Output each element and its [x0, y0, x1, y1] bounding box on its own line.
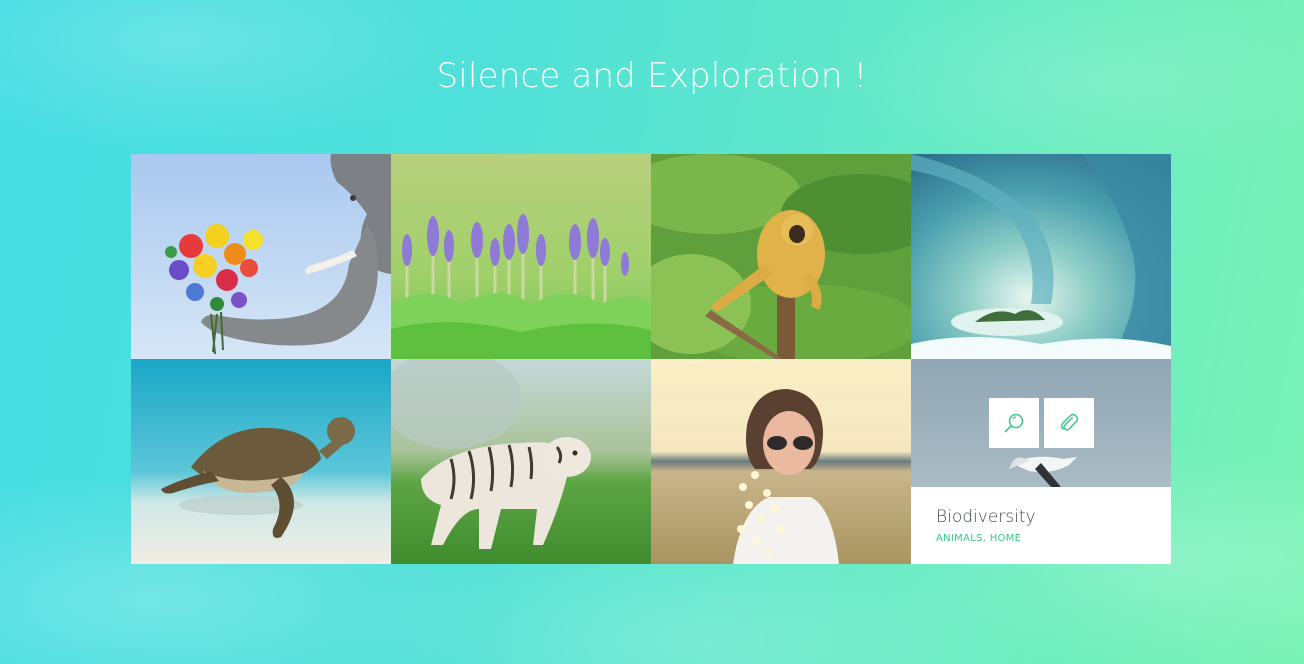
gallery-item-seagull[interactable]: Biodiversity ANIMALS, HOME	[911, 359, 1171, 564]
zoom-button[interactable]	[989, 398, 1039, 448]
woman-image	[651, 359, 911, 564]
turtle-image	[131, 359, 391, 564]
item-title: Biodiversity	[936, 507, 1036, 527]
gallery-item-woman[interactable]	[651, 359, 911, 564]
page: Silence and Exploration ! Biodiversity A…	[0, 0, 1304, 664]
link-button[interactable]	[1044, 398, 1094, 448]
category-link-home[interactable]: HOME	[990, 533, 1022, 544]
elephant-image	[131, 154, 391, 359]
paperclip-icon	[1060, 413, 1079, 431]
gallery-item-crocus[interactable]	[391, 154, 651, 359]
search-icon	[1004, 413, 1024, 433]
item-caption: Biodiversity ANIMALS, HOME	[911, 487, 1171, 564]
portfolio-gallery: Biodiversity ANIMALS, HOME	[131, 154, 1171, 564]
wave-image	[911, 154, 1171, 359]
gallery-item-elephant[interactable]	[131, 154, 391, 359]
seagull-image	[911, 359, 1171, 487]
page-title: Silence and Exploration !	[436, 56, 868, 96]
white-tiger-image	[391, 359, 651, 564]
gallery-item-wave[interactable]	[911, 154, 1171, 359]
seagull-overlay	[911, 359, 1171, 487]
item-categories: ANIMALS, HOME	[936, 533, 1021, 544]
category-separator: ,	[982, 533, 990, 544]
gibbon-image	[651, 154, 911, 359]
gallery-item-tiger[interactable]	[391, 359, 651, 564]
category-link-animals[interactable]: ANIMALS	[936, 533, 983, 544]
gallery-item-gibbon[interactable]	[651, 154, 911, 359]
crocus-image	[391, 154, 651, 359]
gallery-item-turtle[interactable]	[131, 359, 391, 564]
